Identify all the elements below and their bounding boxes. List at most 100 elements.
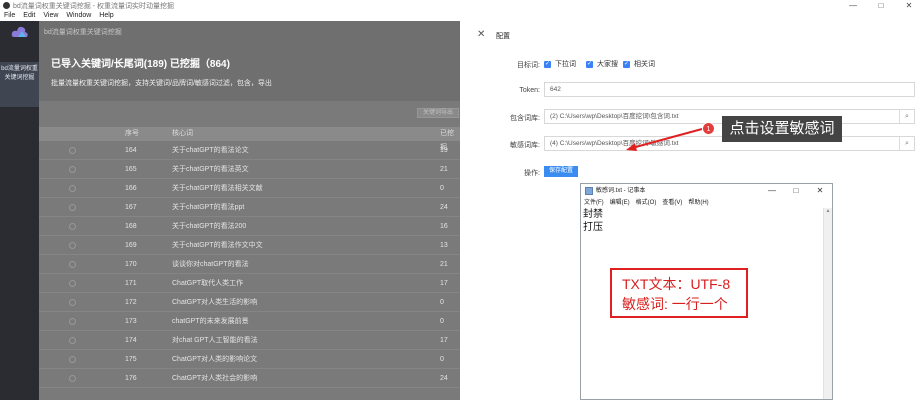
close-icon[interactable]: ✕ bbox=[477, 29, 485, 40]
annotation-note-line: TXT文本：UTF-8 bbox=[622, 276, 731, 292]
np-menu-edit[interactable]: 编辑(E) bbox=[607, 198, 633, 208]
np-menu-file[interactable]: 文件(F) bbox=[581, 198, 607, 208]
checkbox-related-words[interactable]: ✓ 相关词 bbox=[623, 59, 655, 69]
close-button[interactable]: ✕ bbox=[895, 0, 923, 11]
row-index: 167 bbox=[125, 204, 137, 211]
menu-edit[interactable]: Edit bbox=[19, 11, 39, 21]
row-keyword: 关于chatGPT的看法相关文献 bbox=[172, 185, 263, 192]
breadcrumb: bd流量词权重关键词挖掘 bbox=[44, 29, 122, 36]
row-index: 164 bbox=[125, 147, 137, 154]
checkbox-label: 大家搜 bbox=[597, 61, 618, 68]
row-radio[interactable] bbox=[69, 356, 76, 363]
row-mined-count: 0 bbox=[440, 356, 444, 363]
row-radio[interactable] bbox=[69, 299, 76, 306]
checkbox-dropdown-words[interactable]: ✓ 下拉词 bbox=[544, 59, 576, 69]
row-mined-count: 0 bbox=[440, 299, 444, 306]
notepad-maximize-button[interactable]: □ bbox=[784, 184, 808, 198]
annotation-callout: 点击设置敏感词 bbox=[722, 116, 842, 142]
np-menu-format[interactable]: 格式(O) bbox=[633, 198, 660, 208]
sidebar-item-keyword-mining[interactable]: bd流量词权重关键词挖掘 bbox=[0, 62, 39, 107]
table-row[interactable]: 170 谈谈你对chatGPT的看法 21 bbox=[39, 255, 460, 274]
row-radio[interactable] bbox=[69, 337, 76, 344]
row-index: 165 bbox=[125, 166, 137, 173]
table-row[interactable]: 169 关于chatGPT的看法作文中文 13 bbox=[39, 236, 460, 255]
row-radio[interactable] bbox=[69, 375, 76, 382]
menu-file[interactable]: File bbox=[0, 11, 19, 21]
token-value: 642 bbox=[550, 86, 561, 93]
maximize-button[interactable]: □ bbox=[867, 0, 895, 11]
row-mined-count: 17 bbox=[440, 337, 448, 344]
row-radio[interactable] bbox=[69, 166, 76, 173]
row-keyword: 谈谈你对chatGPT的看法 bbox=[172, 261, 249, 268]
row-radio[interactable] bbox=[69, 147, 76, 154]
np-menu-view[interactable]: 查看(V) bbox=[659, 198, 685, 208]
scroll-up-icon[interactable]: ▲ bbox=[824, 208, 832, 214]
step-badge: 1 bbox=[702, 122, 715, 135]
menu-view[interactable]: View bbox=[39, 11, 62, 21]
sensitive-path: (4) C:\Users\wp\Desktop\百度挖词\敏感词.txt bbox=[550, 140, 679, 147]
row-keyword: 关于chatGPT的看法200 bbox=[172, 223, 247, 230]
row-radio[interactable] bbox=[69, 204, 76, 211]
row-mined-count: 0 bbox=[440, 318, 444, 325]
checkbox-label: 下拉词 bbox=[555, 61, 576, 68]
notepad-icon bbox=[585, 187, 593, 195]
table-row[interactable]: 167 关于chatGPT的看法ppt 24 bbox=[39, 198, 460, 217]
row-index: 169 bbox=[125, 242, 137, 249]
row-radio[interactable] bbox=[69, 280, 76, 287]
notepad-scrollbar[interactable]: ▲ bbox=[823, 208, 832, 399]
row-index: 170 bbox=[125, 261, 137, 268]
table-row[interactable]: 168 关于chatGPT的看法200 16 bbox=[39, 217, 460, 236]
checkbox-everyone-search[interactable]: ✓ 大家搜 bbox=[586, 59, 618, 69]
row-mined-count: 13 bbox=[440, 242, 448, 249]
include-label: 包含词库: bbox=[510, 115, 540, 122]
minimize-button[interactable]: — bbox=[839, 0, 867, 11]
token-input[interactable]: 642 bbox=[544, 82, 915, 97]
table-row[interactable]: 165 关于chatGPT的看法英文 21 bbox=[39, 160, 460, 179]
notepad-title: 敏感词.txt - 记事本 bbox=[596, 188, 646, 194]
menu-help[interactable]: Help bbox=[95, 11, 117, 21]
row-keyword: 关于chatGPT的看法英文 bbox=[172, 166, 249, 173]
save-config-button[interactable]: 保存配置 bbox=[544, 166, 578, 177]
operation-label: 操作: bbox=[524, 170, 540, 177]
row-radio[interactable] bbox=[69, 223, 76, 230]
table-row[interactable]: 166 关于chatGPT的看法相关文献 0 bbox=[39, 179, 460, 198]
row-keyword: ChatGPT对人类生活的影响 bbox=[172, 299, 258, 306]
notepad-close-button[interactable]: ✕ bbox=[808, 184, 832, 198]
table-row[interactable]: 171 ChatGPT取代人类工作 17 bbox=[39, 274, 460, 293]
row-mined-count: 24 bbox=[440, 375, 448, 382]
row-radio[interactable] bbox=[69, 185, 76, 192]
export-button[interactable]: 关键词导出 bbox=[417, 108, 459, 118]
row-radio[interactable] bbox=[69, 261, 76, 268]
row-radio[interactable] bbox=[69, 318, 76, 325]
search-icon[interactable]: ⌕ bbox=[899, 137, 914, 150]
table-row[interactable]: 164 关于chatGPT的看法论文 19 bbox=[39, 141, 460, 160]
row-index: 168 bbox=[125, 223, 137, 230]
row-mined-count: 21 bbox=[440, 261, 448, 268]
row-keyword: 关于chatGPT的看法论文 bbox=[172, 147, 249, 154]
cloud-logo-icon bbox=[11, 26, 28, 37]
row-index: 171 bbox=[125, 280, 137, 287]
app-icon bbox=[3, 2, 10, 9]
table-row[interactable]: 172 ChatGPT对人类生活的影响 0 bbox=[39, 293, 460, 312]
row-index: 172 bbox=[125, 299, 137, 306]
col-keyword: 核心词 bbox=[172, 130, 193, 137]
annotation-note-line: 敏感词: 一行一个 bbox=[622, 296, 728, 312]
row-mined-count: 21 bbox=[440, 166, 448, 173]
config-drawer: ✕ 配置 目标词: ✓ 下拉词 ✓ 大家搜 ✓ 相关词 Token: 642 包含词库… bbox=[460, 21, 923, 400]
check-icon: ✓ bbox=[586, 60, 593, 68]
col-index: 序号 bbox=[125, 130, 139, 137]
search-icon[interactable]: ⌕ bbox=[899, 110, 914, 123]
row-radio[interactable] bbox=[69, 242, 76, 249]
table-row[interactable]: 174 对chat GPT人工智能的看法 17 bbox=[39, 331, 460, 350]
row-keyword: 对chat GPT人工智能的看法 bbox=[172, 337, 258, 344]
row-keyword: ChatGPT取代人类工作 bbox=[172, 280, 244, 287]
row-index: 175 bbox=[125, 356, 137, 363]
notepad-minimize-button[interactable]: — bbox=[760, 184, 784, 198]
table-row[interactable]: 173 chatGPT的未来发展前景 0 bbox=[39, 312, 460, 331]
np-menu-help[interactable]: 帮助(H) bbox=[685, 198, 711, 208]
row-mined-count: 16 bbox=[440, 223, 448, 230]
table-row[interactable]: 176 ChatGPT对人类社会的影响 24 bbox=[39, 369, 460, 388]
target-label: 目标词: bbox=[517, 62, 540, 69]
table-row[interactable]: 175 ChatGPT对人类的影响论文 0 bbox=[39, 350, 460, 369]
menu-window[interactable]: Window bbox=[62, 11, 95, 21]
